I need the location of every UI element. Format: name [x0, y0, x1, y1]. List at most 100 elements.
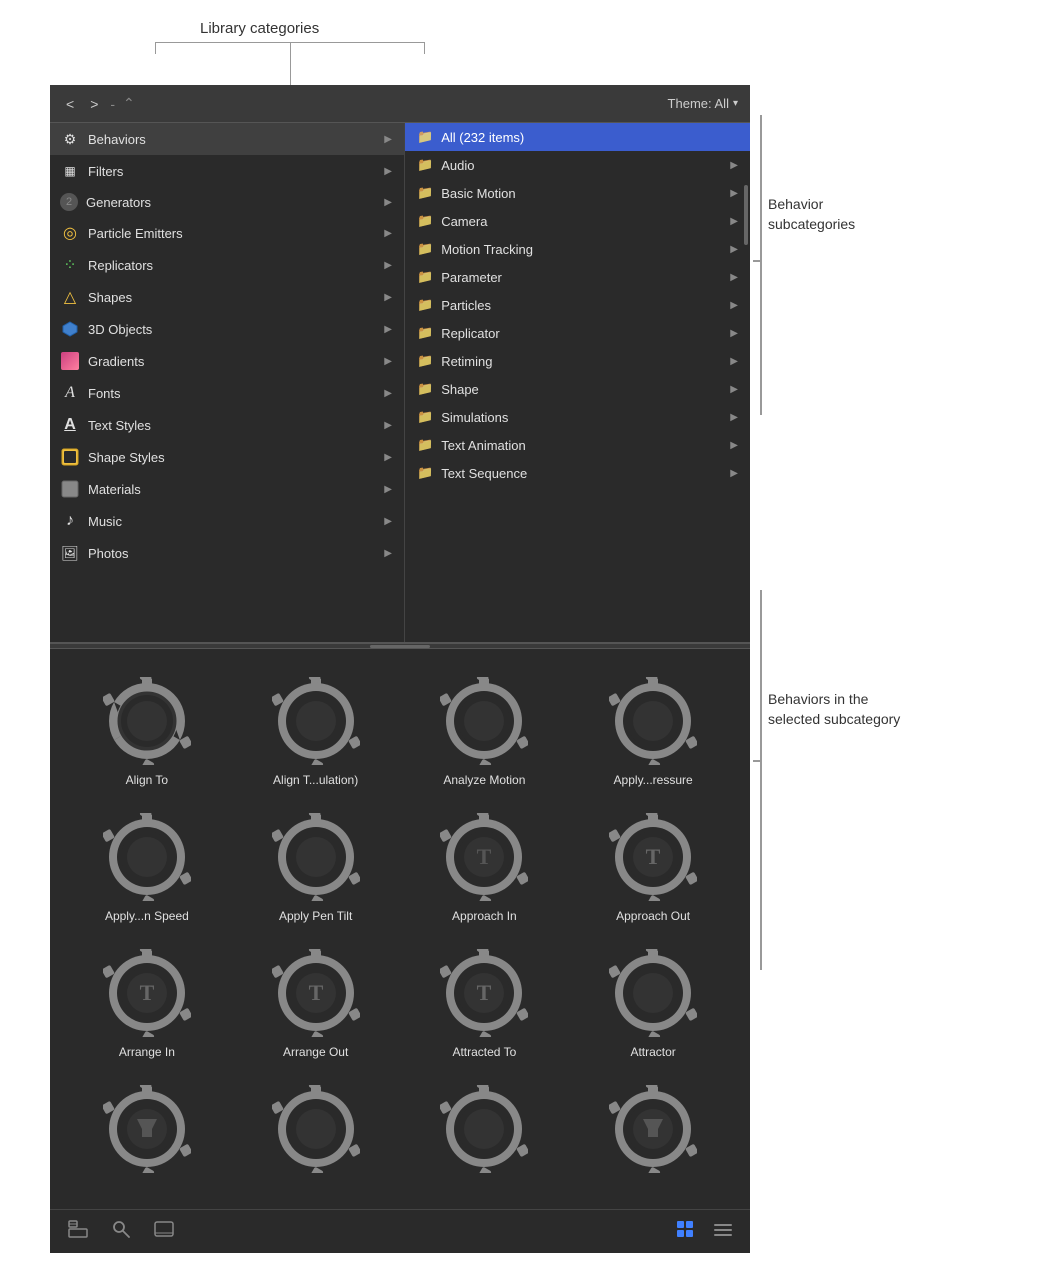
subcat-audio-chevron-icon: ▶ [730, 160, 738, 171]
list-view-button[interactable] [712, 1218, 734, 1245]
subcat-camera-chevron-icon: ▶ [730, 216, 738, 227]
grid-item-apply-n-speed[interactable]: Apply...n Speed [65, 805, 229, 931]
sidebar-label-materials: Materials [88, 482, 384, 497]
subcat-item-shape[interactable]: 📁 Shape ▶ [405, 375, 750, 403]
divider-handle[interactable] [370, 645, 430, 648]
sidebar-item-filters[interactable]: ▦ Filters ▶ [50, 155, 404, 187]
subcat-item-retiming[interactable]: 📁 Retiming ▶ [405, 347, 750, 375]
subcat-item-text-sequence[interactable]: 📁 Text Sequence ▶ [405, 459, 750, 487]
materials-icon [60, 479, 80, 499]
subcat-item-motion-tracking[interactable]: 📁 Motion Tracking ▶ [405, 235, 750, 263]
grid-item-14[interactable] [234, 1077, 398, 1189]
shapes-chevron-icon: ▶ [384, 292, 392, 303]
sidebar-item-text-styles[interactable]: A Text Styles ▶ [50, 409, 404, 441]
shape-styles-chevron-icon: ▶ [384, 452, 392, 463]
subcat-item-camera[interactable]: 📁 Camera ▶ [405, 207, 750, 235]
annotation-bracket-behaviors [760, 590, 762, 970]
subcat-label-basic-motion: Basic Motion [441, 186, 515, 201]
grid-item-16[interactable] [571, 1077, 735, 1189]
subcat-item-basic-motion[interactable]: 📁 Basic Motion ▶ [405, 179, 750, 207]
subcat-item-particles[interactable]: 📁 Particles ▶ [405, 291, 750, 319]
grid-item-arrange-in[interactable]: T Arrange In [65, 941, 229, 1067]
photos-chevron-icon: ▶ [384, 548, 392, 559]
back-button[interactable]: < [62, 94, 78, 114]
folder-all-icon: 📁 [417, 129, 433, 145]
behaviors-grid: Align To [50, 649, 750, 1209]
sidebar-item-music[interactable]: ♪ Music ▶ [50, 505, 404, 537]
grid-label-analyze-motion: Analyze Motion [443, 773, 525, 787]
item-16-gear-icon [609, 1085, 697, 1173]
sidebar-item-generators[interactable]: 2 Generators ▶ [50, 187, 404, 217]
bottom-toolbar [50, 1209, 750, 1253]
grid-item-15[interactable] [403, 1077, 567, 1189]
grid-item-attractor[interactable]: Attractor [571, 941, 735, 1067]
grid-item-align-to[interactable]: Align To [65, 669, 229, 795]
annotation-behavior-subcategories: Behaviorsubcategories [760, 115, 960, 415]
grid-item-attracted-to[interactable]: T Attracted To [403, 941, 567, 1067]
sidebar-item-fonts[interactable]: A Fonts ▶ [50, 377, 404, 409]
sidebar-item-shapes[interactable]: △ Shapes ▶ [50, 281, 404, 313]
grid-item-align-t-ulation[interactable]: Align T...ulation) [234, 669, 398, 795]
sidebar-item-behaviors[interactable]: ⚙ Behaviors ▶ [50, 123, 404, 155]
subcat-text-sequence-chevron-icon: ▶ [730, 468, 738, 479]
annotation-subcategories-text: Behaviorsubcategories [768, 195, 855, 234]
sidebar-label-3d-objects: 3D Objects [88, 322, 384, 337]
subcat-item-parameter[interactable]: 📁 Parameter ▶ [405, 263, 750, 291]
fonts-chevron-icon: ▶ [384, 388, 392, 399]
subcat-item-simulations[interactable]: 📁 Simulations ▶ [405, 403, 750, 431]
sidebar-item-replicators[interactable]: ⁘ Replicators ▶ [50, 249, 404, 281]
grid-item-apply-ressure[interactable]: Apply...ressure [571, 669, 735, 795]
subcat-item-all[interactable]: 📁 All (232 items) [405, 123, 750, 151]
svg-text:T: T [477, 980, 492, 1005]
grid-label-approach-out: Approach Out [616, 909, 690, 923]
approach-in-gear-icon: T [440, 813, 528, 901]
forward-button[interactable]: > [86, 94, 102, 114]
sidebar-item-gradients[interactable]: Gradients ▶ [50, 345, 404, 377]
attracted-to-gear-icon: T [440, 949, 528, 1037]
grid-label-align-to: Align To [126, 773, 168, 787]
apply-ressure-gear-icon [609, 677, 697, 765]
subcat-label-audio: Audio [441, 158, 474, 173]
subcat-item-audio[interactable]: 📁 Audio ▶ [405, 151, 750, 179]
apply-n-speed-gear-icon [103, 813, 191, 901]
folder-particles-icon: 📁 [417, 297, 433, 313]
grid-label-approach-in: Approach In [452, 909, 517, 923]
subcat-label-motion-tracking: Motion Tracking [441, 242, 533, 257]
grid-item-approach-out[interactable]: T Approach Out [571, 805, 735, 931]
shapes-icon: △ [60, 287, 80, 307]
sidebar-item-photos[interactable]: 🖼 Photos ▶ [50, 537, 404, 569]
grid-item-analyze-motion[interactable]: Analyze Motion [403, 669, 567, 795]
sidebar-label-fonts: Fonts [88, 386, 384, 401]
subcat-item-text-animation[interactable]: 📁 Text Animation ▶ [405, 431, 750, 459]
preview-button[interactable] [152, 1218, 176, 1245]
theme-selector[interactable]: Theme: All ▾ [668, 96, 738, 111]
photos-icon: 🖼 [60, 543, 80, 563]
replicators-chevron-icon: ▶ [384, 260, 392, 271]
grid-view-button[interactable] [674, 1218, 696, 1245]
subcat-item-replicator[interactable]: 📁 Replicator ▶ [405, 319, 750, 347]
nav-dash: - [110, 96, 115, 112]
grid-item-arrange-out[interactable]: T Arrange Out [234, 941, 398, 1067]
svg-text:T: T [308, 980, 323, 1005]
subcat-retiming-chevron-icon: ▶ [730, 356, 738, 367]
sidebar-item-shape-styles[interactable]: Shape Styles ▶ [50, 441, 404, 473]
grid-item-apply-pen-tilt[interactable]: Apply Pen Tilt [234, 805, 398, 931]
sidebar-label-shapes: Shapes [88, 290, 384, 305]
search-button[interactable] [110, 1218, 132, 1245]
annotation-bracket-subcategories [760, 115, 762, 415]
annotation-bracket-left [155, 42, 156, 54]
subcat-text-animation-chevron-icon: ▶ [730, 440, 738, 451]
import-button[interactable] [66, 1218, 90, 1245]
grid-item-13[interactable] [65, 1077, 229, 1189]
subcat-label-shape: Shape [441, 382, 479, 397]
sidebar-item-3d-objects[interactable]: 3D Objects ▶ [50, 313, 404, 345]
subcategory-list: 📁 All (232 items) 📁 Audio ▶ 📁 Basic Moti… [405, 123, 750, 642]
sidebar-item-materials[interactable]: Materials ▶ [50, 473, 404, 505]
sidebar-label-replicators: Replicators [88, 258, 384, 273]
sidebar-item-particle-emitters[interactable]: ◎ Particle Emitters ▶ [50, 217, 404, 249]
grid-label-apply-ressure: Apply...ressure [614, 773, 693, 787]
svg-text:T: T [646, 844, 661, 869]
grid-item-approach-in[interactable]: T Approach In [403, 805, 567, 931]
scrollbar-thumb[interactable] [744, 185, 748, 245]
subcat-parameter-chevron-icon: ▶ [730, 272, 738, 283]
